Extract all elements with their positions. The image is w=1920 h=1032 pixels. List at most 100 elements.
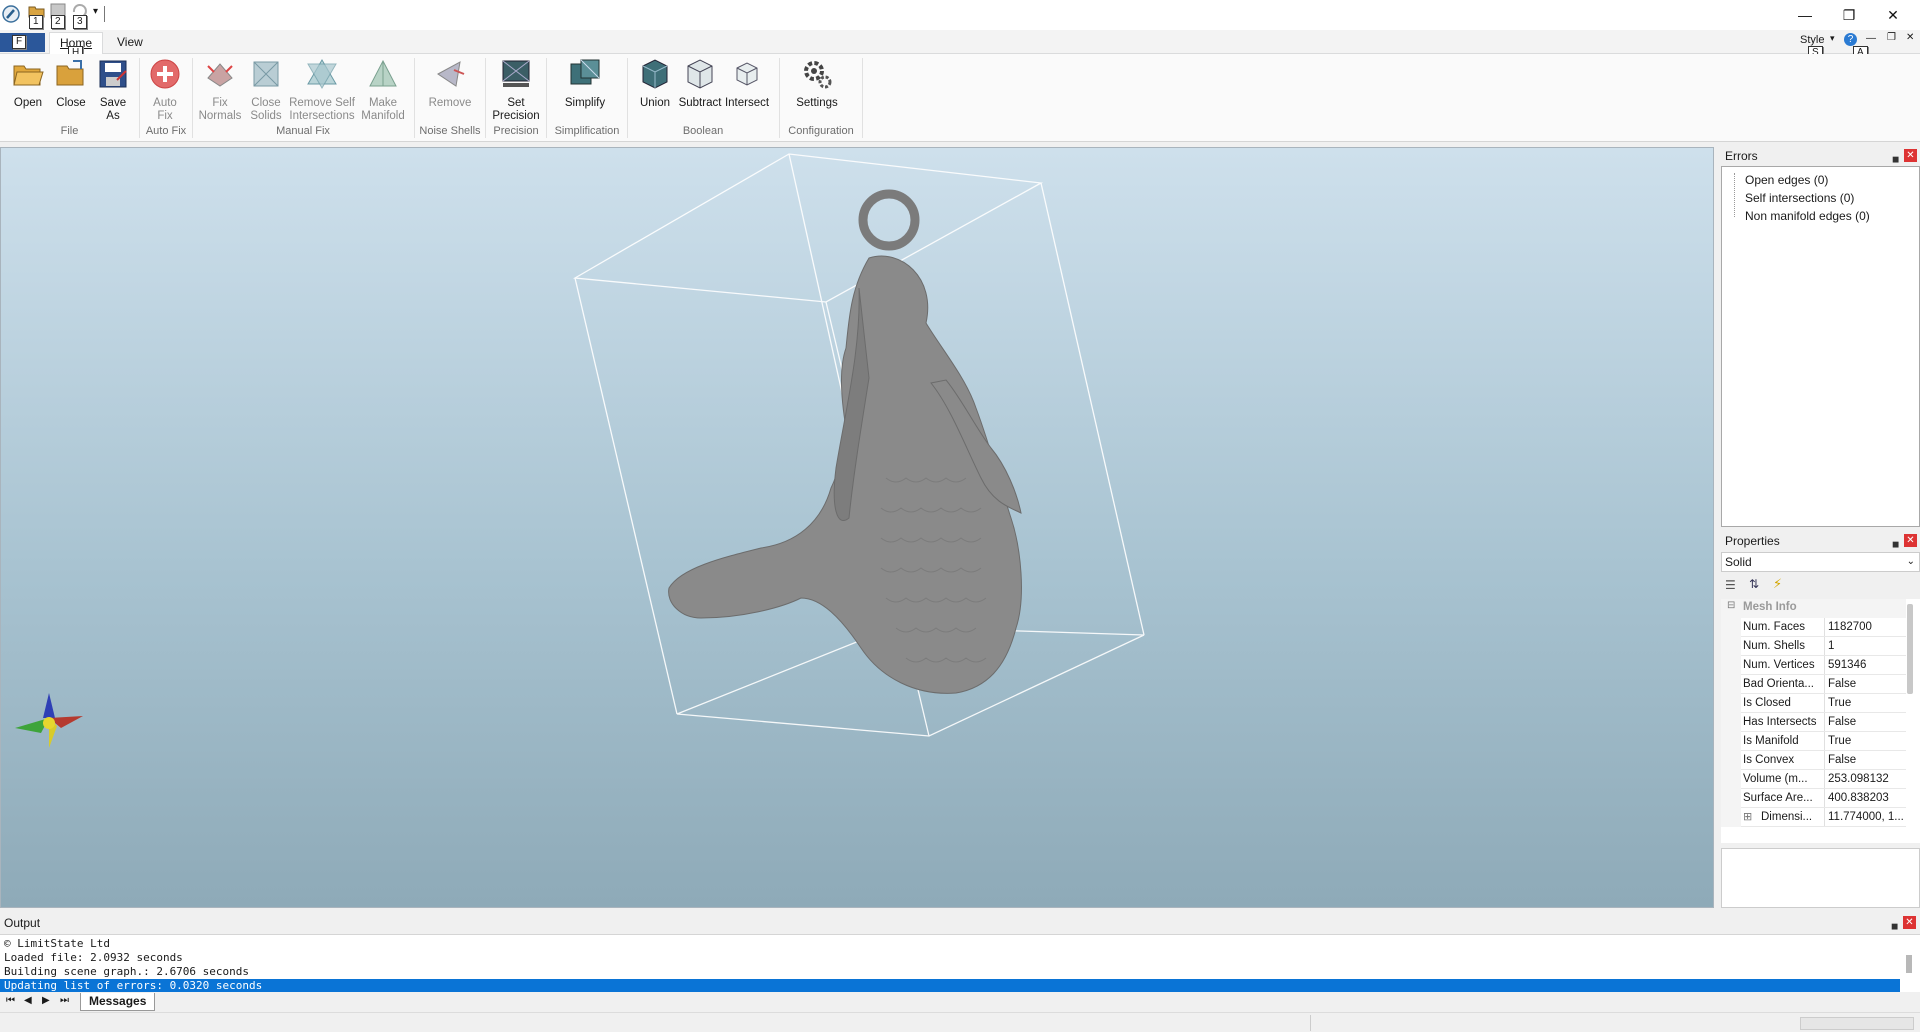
fix-normals-label-2: Normals xyxy=(198,110,242,122)
property-row[interactable]: Is Convex False xyxy=(1721,751,1906,770)
close-errors-panel-button[interactable]: ✕ xyxy=(1904,149,1917,162)
row-gutter xyxy=(1721,770,1741,789)
output-log[interactable]: © LimitState Ltd Loaded file: 2.0932 sec… xyxy=(0,934,1920,993)
output-panel-title: Output xyxy=(4,916,41,930)
property-name: Is Closed xyxy=(1743,697,1791,709)
property-value[interactable]: 11.774000, 1... xyxy=(1824,808,1906,826)
settings-button[interactable]: Settings xyxy=(792,58,842,110)
keytip-3: 3 xyxy=(73,15,87,29)
axis-triad-icon xyxy=(15,693,83,748)
close-properties-panel-button[interactable]: ✕ xyxy=(1904,534,1917,547)
error-self-intersections[interactable]: Self intersections (0) xyxy=(1745,191,1854,205)
prev-tab-icon[interactable]: ◀ xyxy=(24,995,32,1006)
group-simplification: Simplification xyxy=(554,125,620,137)
error-open-edges[interactable]: Open edges (0) xyxy=(1745,173,1828,187)
property-value[interactable]: 591346 xyxy=(1824,656,1906,674)
quick-access-dropdown-icon[interactable]: ▾ xyxy=(93,6,98,17)
property-value[interactable]: False xyxy=(1824,713,1906,731)
row-gutter xyxy=(1721,675,1741,694)
alphabetical-sort-icon[interactable]: ⇅ xyxy=(1749,577,1759,591)
remove-noise-shells-button[interactable]: Remove xyxy=(420,58,480,110)
property-row[interactable]: Bad Orienta... False xyxy=(1721,675,1906,694)
pin-icon[interactable]: ◼ xyxy=(1892,535,1899,553)
property-name: Surface Are... xyxy=(1743,792,1813,804)
property-value[interactable]: 1182700 xyxy=(1824,618,1906,636)
open-button[interactable]: Open xyxy=(8,58,48,110)
remove-self-intersections-button[interactable]: Remove Self Intersections xyxy=(288,58,356,123)
categorized-view-icon[interactable]: ☰ xyxy=(1725,578,1736,592)
log-line-selected: Updating list of errors: 0.0320 seconds xyxy=(0,979,1900,993)
simplify-button[interactable]: Simplify xyxy=(556,58,614,110)
row-gutter xyxy=(1721,656,1741,675)
make-manifold-icon xyxy=(369,59,397,87)
make-manifold-label-1: Make xyxy=(368,97,398,109)
property-row[interactable]: Is Closed True xyxy=(1721,694,1906,713)
make-manifold-button[interactable]: Make Manifold xyxy=(358,58,408,123)
property-category-header[interactable]: ⊟ Mesh Info xyxy=(1721,599,1906,618)
property-value[interactable]: True xyxy=(1824,732,1906,750)
expand-icon[interactable]: ⊞ xyxy=(1743,808,1752,826)
property-value[interactable]: False xyxy=(1824,675,1906,693)
last-tab-icon[interactable]: ⏭ xyxy=(60,995,69,1006)
property-grid-scrollbar[interactable] xyxy=(1907,604,1913,694)
property-row[interactable]: ⊞ Dimensi... 11.774000, 1... xyxy=(1721,808,1906,827)
style-menu[interactable]: Style xyxy=(1800,34,1824,46)
property-row[interactable]: Surface Are... 400.838203 xyxy=(1721,789,1906,808)
property-value[interactable]: 253.098132 xyxy=(1824,770,1906,788)
property-value[interactable]: False xyxy=(1824,751,1906,769)
group-noise-shells: Noise Shells xyxy=(419,125,481,137)
help-icon[interactable]: ? xyxy=(1844,33,1857,46)
property-value[interactable]: 1 xyxy=(1824,637,1906,655)
tab-view[interactable]: View xyxy=(107,32,153,54)
property-row[interactable]: Num. Shells 1 xyxy=(1721,637,1906,656)
save-as-label-2: As xyxy=(106,110,120,122)
save-as-button[interactable]: Save As xyxy=(94,58,132,123)
mermaid-mesh xyxy=(668,189,1022,694)
set-precision-button[interactable]: Set Precision xyxy=(490,58,542,123)
subtract-button[interactable]: Subtract xyxy=(677,58,723,110)
file-menu-button[interactable]: F xyxy=(0,33,45,52)
tab-messages[interactable]: Messages xyxy=(80,993,156,1011)
property-row[interactable]: Num. Vertices 591346 xyxy=(1721,656,1906,675)
property-row[interactable]: Is Manifold True xyxy=(1721,732,1906,751)
minimize-button[interactable]: — xyxy=(1782,0,1828,30)
property-name: Num. Faces xyxy=(1743,621,1805,633)
style-dropdown-icon[interactable]: ▾ xyxy=(1830,33,1835,44)
restore-button[interactable]: ❐ xyxy=(1826,0,1872,30)
property-row[interactable]: Volume (m... 253.098132 xyxy=(1721,770,1906,789)
3d-viewport[interactable] xyxy=(0,147,1714,908)
row-gutter xyxy=(1721,713,1741,732)
first-tab-icon[interactable]: ⏮ xyxy=(6,995,15,1006)
ribbon-restore-icon[interactable]: ❐ xyxy=(1887,32,1896,43)
object-selector[interactable]: Solid ⌄ xyxy=(1721,552,1920,572)
subtract-icon xyxy=(687,59,713,89)
collapse-icon[interactable]: ⊟ xyxy=(1727,600,1735,611)
close-window-button[interactable]: ✕ xyxy=(1870,0,1916,30)
make-manifold-label-2: Manifold xyxy=(361,110,405,122)
remove-self-intersections-icon xyxy=(307,59,337,89)
property-name: Volume (m... xyxy=(1743,773,1808,785)
status-bar xyxy=(0,1012,1920,1032)
error-non-manifold-edges[interactable]: Non manifold edges (0) xyxy=(1745,209,1870,223)
ribbon-close-icon[interactable]: ✕ xyxy=(1906,32,1914,43)
ribbon-minimize-icon[interactable]: — xyxy=(1866,33,1876,44)
open-label: Open xyxy=(13,97,43,109)
pin-icon[interactable]: ◼ xyxy=(1891,917,1898,935)
property-value[interactable]: True xyxy=(1824,694,1906,712)
fix-normals-icon xyxy=(207,63,233,87)
intersect-button[interactable]: Intersect xyxy=(723,58,771,110)
group-auto-fix: Auto Fix xyxy=(145,125,187,137)
auto-fix-button[interactable]: Auto Fix xyxy=(145,58,185,123)
next-tab-icon[interactable]: ▶ xyxy=(42,995,50,1006)
property-row[interactable]: Num. Faces 1182700 xyxy=(1721,618,1906,637)
fix-normals-button[interactable]: Fix Normals xyxy=(197,58,243,123)
events-icon[interactable]: ⚡ xyxy=(1773,576,1782,592)
property-row[interactable]: Has Intersects False xyxy=(1721,713,1906,732)
property-value[interactable]: 400.838203 xyxy=(1824,789,1906,807)
output-scrollbar[interactable] xyxy=(1906,955,1912,973)
close-output-panel-button[interactable]: ✕ xyxy=(1903,916,1916,929)
close-solids-button[interactable]: Close Solids xyxy=(245,58,287,123)
close-button[interactable]: Close xyxy=(51,58,91,110)
union-button[interactable]: Union xyxy=(633,58,677,110)
group-configuration: Configuration xyxy=(788,125,854,137)
